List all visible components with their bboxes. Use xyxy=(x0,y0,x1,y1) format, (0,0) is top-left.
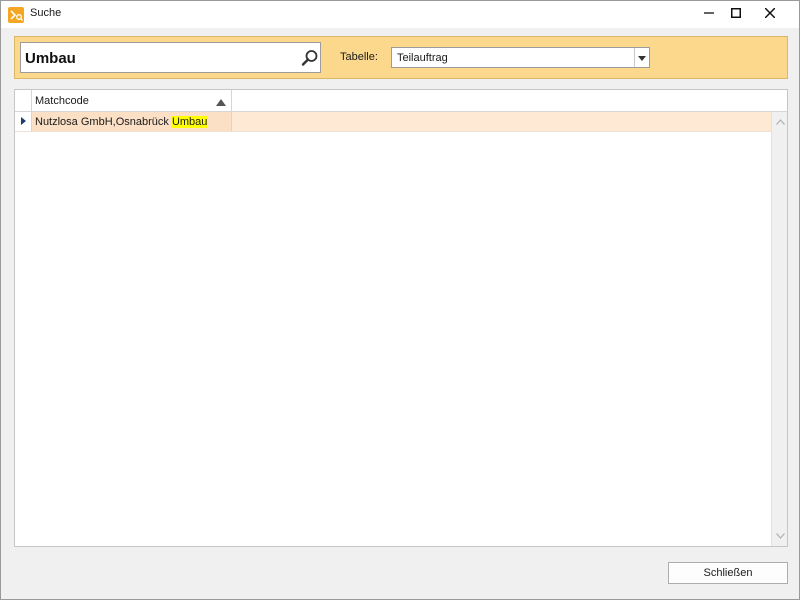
search-box[interactable] xyxy=(20,42,321,73)
close-icon xyxy=(764,6,776,21)
maximize-button[interactable] xyxy=(721,1,751,27)
chevron-down-icon xyxy=(638,52,646,64)
row-indicator-header xyxy=(15,90,32,111)
matchcode-cell-text: Nutzlosa GmbH,Osnabrück Umbau xyxy=(35,116,208,128)
title-bar[interactable]: Suche xyxy=(1,1,799,28)
results-grid: Matchcode Nutzlosa GmbH,Osnabrück Umbau xyxy=(14,89,788,547)
maximize-icon xyxy=(731,7,741,21)
scroll-down-button[interactable] xyxy=(772,528,788,544)
sort-ascending-icon xyxy=(216,97,226,106)
row-indicator xyxy=(15,112,32,131)
minimize-button[interactable] xyxy=(694,1,724,27)
search-input[interactable] xyxy=(25,48,295,68)
search-icon[interactable] xyxy=(301,49,319,67)
search-panel: Tabelle: Teilauftrag xyxy=(14,36,788,79)
close-window-button[interactable] xyxy=(755,1,785,27)
table-row[interactable]: Nutzlosa GmbH,Osnabrück Umbau xyxy=(15,112,771,132)
search-match-highlight: Umbau xyxy=(171,116,208,128)
grid-header: Matchcode xyxy=(15,90,787,112)
column-header-matchcode[interactable]: Matchcode xyxy=(32,90,232,111)
matchcode-cell[interactable]: Nutzlosa GmbH,Osnabrück Umbau xyxy=(32,112,232,131)
chevron-up-icon xyxy=(775,116,785,128)
search-window: Suche Umbau Tabelle: Teilauftrag Matchco… xyxy=(0,0,800,600)
vertical-scrollbar[interactable] xyxy=(771,112,787,546)
chevron-down-icon xyxy=(775,530,785,542)
window-title: Suche xyxy=(30,7,62,19)
minimize-icon xyxy=(704,8,714,21)
current-row-icon xyxy=(20,116,26,128)
table-select[interactable]: Teilauftrag xyxy=(391,47,650,68)
matchcode-prefix: Nutzlosa GmbH,Osnabrück xyxy=(35,116,172,128)
column-header-label: Matchcode xyxy=(35,95,89,107)
scroll-up-button[interactable] xyxy=(772,114,788,130)
dropdown-button[interactable] xyxy=(634,48,649,67)
table-label: Tabelle: xyxy=(340,51,378,63)
table-select-value: Teilauftrag xyxy=(397,52,448,64)
app-search-icon xyxy=(8,7,24,23)
close-button[interactable]: Schließen xyxy=(668,562,788,584)
